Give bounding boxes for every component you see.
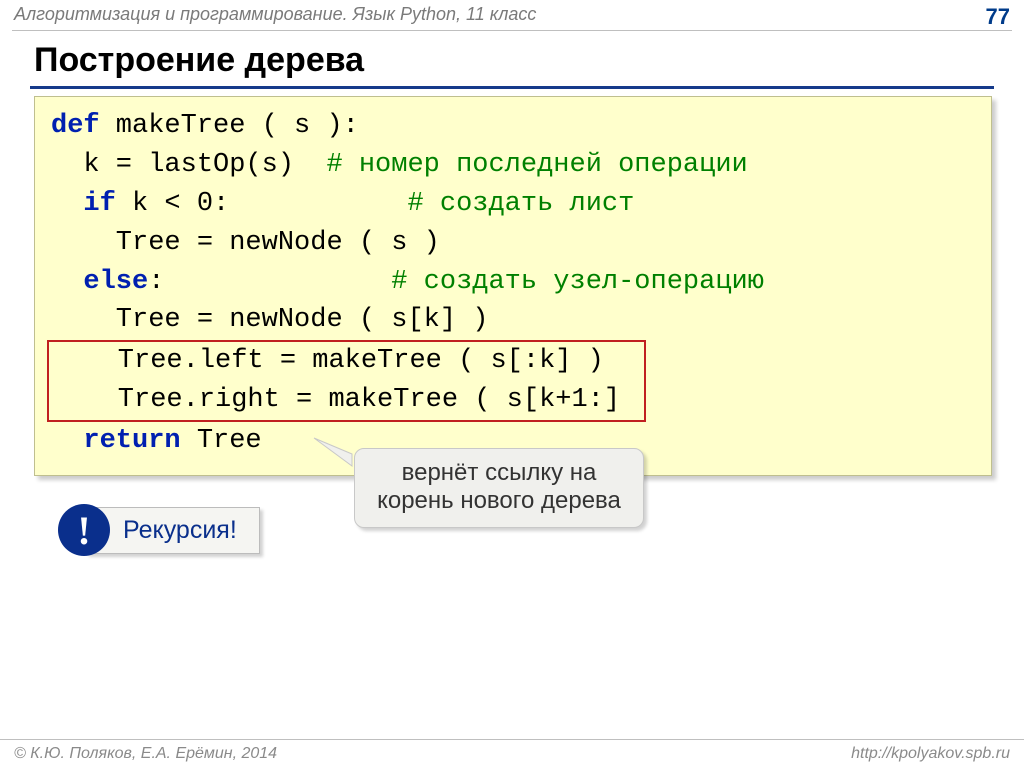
page-number: 77 — [986, 4, 1010, 30]
kw-if: if — [51, 189, 116, 219]
slide: Алгоритмизация и программирование. Язык … — [0, 0, 1024, 767]
code-text: makeTree ( s ): — [100, 111, 359, 141]
code-text: k < 0: — [116, 189, 408, 219]
code-text: Tree — [181, 426, 262, 456]
exclamation-icon: ! — [58, 504, 110, 556]
footer: © К.Ю. Поляков, Е.А. Ерёмин, 2014 http:/… — [0, 739, 1024, 767]
code-text: Tree = newNode ( s[k] ) — [51, 305, 505, 335]
header: Алгоритмизация и программирование. Язык … — [0, 0, 1024, 28]
comment: # создать узел-операцию — [391, 267, 764, 297]
header-title: Алгоритмизация и программирование. Язык … — [14, 4, 536, 25]
code-box: def makeTree ( s ): k = lastOp(s) # номе… — [34, 96, 992, 476]
badge: ! Рекурсия! — [58, 504, 260, 556]
code-text: Tree = newNode ( s ) — [51, 228, 440, 258]
badge-text: Рекурсия! — [86, 507, 260, 554]
footer-url: http://kpolyakov.spb.ru — [851, 745, 1010, 763]
slide-title: Построение дерева — [0, 31, 1024, 86]
comment: # номер последней операции — [326, 150, 747, 180]
title-rule — [30, 86, 994, 89]
code-text: k = lastOp(s) — [51, 150, 326, 180]
callout: вернёт ссылку на корень нового дерева — [354, 448, 644, 528]
code-block: def makeTree ( s ): k = lastOp(s) # номе… — [51, 107, 977, 461]
kw-def: def — [51, 111, 100, 141]
code-text: Tree.right = makeTree ( s[k+1:] — [53, 385, 636, 415]
comment: # создать лист — [407, 189, 634, 219]
recursion-box: Tree.left = makeTree ( s[:k] ) Tree.righ… — [47, 340, 646, 422]
kw-else: else — [51, 267, 148, 297]
code-text: : — [148, 267, 391, 297]
kw-return: return — [51, 426, 181, 456]
footer-copyright: © К.Ю. Поляков, Е.А. Ерёмин, 2014 — [14, 745, 277, 763]
code-text: Tree.left = makeTree ( s[:k] ) — [53, 346, 636, 376]
